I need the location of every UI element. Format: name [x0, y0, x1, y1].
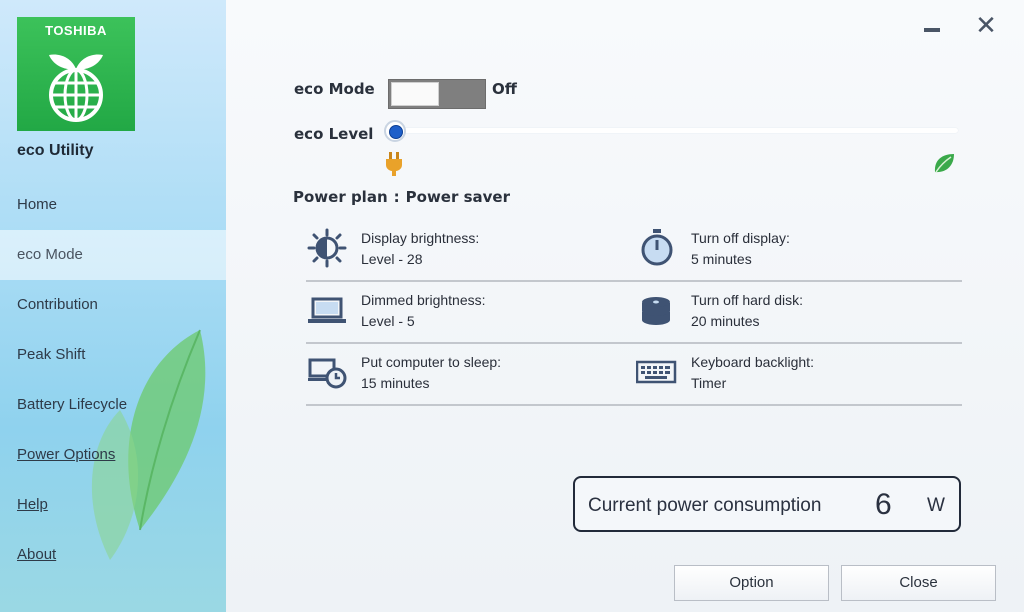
setting-turn-off-display: Turn off display: 5 minutes: [636, 220, 966, 280]
settings-row: Display brightness: Level - 28 Turn off …: [306, 220, 962, 282]
help-link[interactable]: Help: [17, 496, 48, 513]
power-plan-label: Power plan: [293, 188, 388, 206]
setting-dimmed-brightness: Dimmed brightness: Level - 5: [306, 282, 636, 342]
close-window-button[interactable]: ✕: [972, 12, 1000, 40]
toshiba-logo: TOSHIBA: [17, 17, 135, 131]
option-button[interactable]: Option: [674, 565, 829, 601]
brightness-icon: [307, 228, 347, 268]
power-plan: Power plan: Power saver: [293, 188, 510, 206]
setting-sleep: Put computer to sleep: 15 minutes: [306, 344, 636, 404]
power-consumption-value: 6: [875, 488, 892, 521]
setting-value: Level - 5: [361, 313, 415, 329]
sidebar-item-about[interactable]: About: [0, 530, 226, 580]
laptop-icon: [308, 297, 346, 323]
hard-disk-icon: [642, 297, 670, 325]
plug-icon: [386, 152, 402, 176]
eco-level-slider-track[interactable]: [396, 128, 958, 133]
sleep-clock-icon: [308, 358, 347, 389]
power-settings-grid: Display brightness: Level - 28 Turn off …: [306, 220, 962, 406]
setting-turn-off-hard-disk: Turn off hard disk: 20 minutes: [636, 282, 966, 342]
toggle-knob: [391, 82, 439, 106]
settings-row: Put computer to sleep: 15 minutes Keyboa…: [306, 344, 962, 406]
sidebar-item-home[interactable]: Home: [0, 180, 226, 230]
app-title: eco Utility: [17, 142, 94, 159]
power-consumption-unit: W: [927, 495, 945, 516]
setting-label: Put computer to sleep:: [361, 354, 502, 370]
setting-value: 15 minutes: [361, 375, 430, 391]
power-plan-separator: :: [393, 188, 400, 206]
minimize-button[interactable]: [918, 12, 946, 40]
sidebar-item-help[interactable]: Help: [0, 480, 226, 530]
eco-mode-label: eco Mode: [294, 80, 375, 98]
eco-mode-toggle[interactable]: [388, 79, 486, 109]
setting-display-brightness: Display brightness: Level - 28: [306, 220, 636, 280]
sidebar: TOSHIBA eco Utility Home eco Mode Contri…: [0, 0, 226, 612]
setting-label: Keyboard backlight:: [691, 354, 814, 370]
setting-value: Timer: [691, 375, 727, 391]
power-consumption-label: Current power consumption: [588, 495, 822, 516]
setting-label: Turn off display:: [691, 230, 790, 246]
stopwatch-icon: [641, 229, 673, 266]
about-link[interactable]: About: [17, 546, 56, 563]
sidebar-item-battery-lifecycle[interactable]: Battery Lifecycle: [0, 380, 226, 430]
close-button[interactable]: Close: [841, 565, 996, 601]
sidebar-nav: Home eco Mode Contribution Peak Shift Ba…: [0, 180, 226, 580]
globe-sprout-icon: [49, 54, 103, 122]
sidebar-item-peak-shift[interactable]: Peak Shift: [0, 330, 226, 380]
logo-brand-text: TOSHIBA: [45, 23, 107, 38]
power-options-link[interactable]: Power Options: [17, 446, 115, 463]
power-plan-value: Power saver: [405, 188, 510, 206]
setting-value: Level - 28: [361, 251, 423, 267]
sidebar-item-power-options[interactable]: Power Options: [0, 430, 226, 480]
setting-label: Display brightness:: [361, 230, 480, 246]
sidebar-item-contribution[interactable]: Contribution: [0, 280, 226, 330]
eco-leaf-icon: [934, 154, 954, 173]
setting-label: Turn off hard disk:: [691, 292, 804, 308]
setting-value: 5 minutes: [691, 251, 752, 267]
eco-level-label: eco Level: [294, 125, 374, 143]
settings-row: Dimmed brightness: Level - 5 Turn off ha…: [306, 282, 962, 344]
eco-mode-state: Off: [492, 80, 517, 98]
setting-label: Dimmed brightness:: [361, 292, 486, 308]
keyboard-icon: [636, 360, 677, 384]
sidebar-item-eco-mode[interactable]: eco Mode: [0, 230, 226, 280]
setting-value: 20 minutes: [691, 313, 760, 329]
main-panel: ✕ eco Mode Off eco Level Power plan: Powe…: [226, 0, 1024, 612]
eco-level-slider-thumb[interactable]: [384, 120, 406, 142]
power-consumption-box: Current power consumption 6 W: [573, 476, 961, 532]
setting-keyboard-backlight: Keyboard backlight: Timer: [636, 344, 966, 404]
